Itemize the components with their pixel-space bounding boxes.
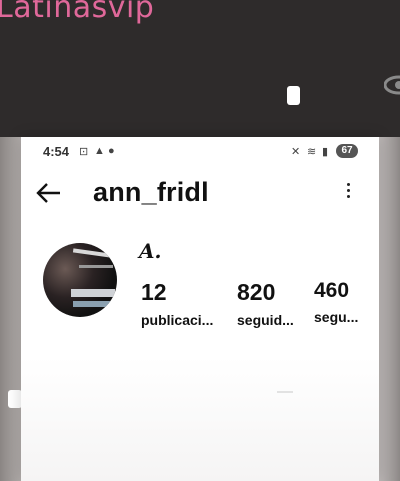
more-options-icon[interactable] bbox=[341, 183, 355, 203]
stat-posts[interactable]: 12 publicaci... bbox=[141, 279, 213, 328]
stat-followers-value: 820 bbox=[237, 279, 276, 305]
stat-followers-label: seguid... bbox=[237, 312, 294, 328]
overlay-marker-left bbox=[8, 390, 22, 408]
eye-icon[interactable] bbox=[384, 72, 400, 98]
stat-following[interactable]: 460 segu... bbox=[314, 279, 358, 325]
status-time: 4:54 bbox=[43, 144, 70, 159]
phone-screen: 4:54 ⊡ ▲ ● ✕ ≋ ▮ 67 ann_fridl A. 12 publ… bbox=[21, 137, 379, 481]
overlay-marker bbox=[287, 86, 300, 105]
back-arrow-icon[interactable] bbox=[36, 182, 62, 204]
profile-username: ann_fridl bbox=[93, 177, 209, 207]
brand-watermark: Latinasvip bbox=[0, 0, 155, 25]
wifi-icon: ≋ bbox=[307, 146, 317, 158]
status-bar: 4:54 ⊡ ▲ ● ✕ ≋ ▮ 67 bbox=[21, 142, 379, 162]
profile-avatar[interactable] bbox=[43, 243, 117, 317]
top-banner: Latinasvip bbox=[0, 0, 400, 137]
battery-indicator: 67 bbox=[336, 144, 358, 158]
profile-display-name: A. bbox=[139, 239, 162, 263]
stat-following-label: segu... bbox=[314, 309, 359, 325]
screenshot-icon: ⊡ bbox=[79, 146, 89, 158]
stat-following-value: 460 bbox=[314, 279, 350, 302]
warning-icon: ▲ bbox=[94, 145, 105, 157]
stat-posts-value: 12 bbox=[141, 279, 167, 305]
stat-posts-label: publicaci... bbox=[141, 312, 214, 328]
stat-followers[interactable]: 820 seguid... bbox=[237, 279, 294, 328]
blurred-content-area bbox=[21, 357, 379, 481]
signal-icon: ▮ bbox=[322, 146, 329, 158]
mute-icon: ✕ bbox=[291, 146, 301, 158]
chat-icon: ● bbox=[108, 145, 115, 157]
